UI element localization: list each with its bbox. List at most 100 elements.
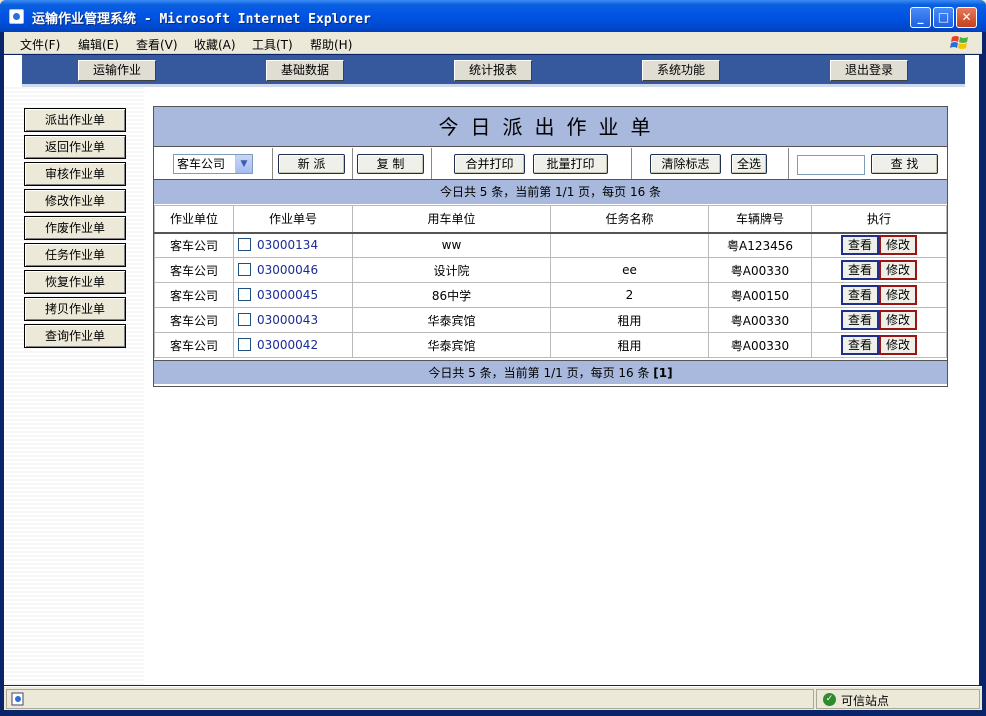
cell-task-name: ee: [550, 257, 709, 283]
row-checkbox[interactable]: [238, 238, 251, 252]
merge-print-button[interactable]: 合并打印: [454, 154, 525, 174]
title-bar: 运输作业管理系统 - Microsoft Internet Explorer _…: [0, 0, 986, 32]
sidebar-item-task[interactable]: 任务作业单: [24, 243, 126, 267]
pager-page-link[interactable]: [1]: [653, 366, 672, 380]
row-checkbox[interactable]: [238, 313, 251, 326]
table-row: 客车公司 03000134 ww 粤A123456 查看 修改: [154, 232, 947, 258]
nav-transport[interactable]: 运输作业: [78, 60, 156, 81]
ie-page-icon: [11, 692, 24, 706]
edit-button[interactable]: 修改: [879, 285, 917, 305]
cell-unit: 客车公司: [154, 232, 234, 258]
menu-edit[interactable]: 编辑(E): [78, 36, 119, 53]
cell-user-unit: 华泰宾馆: [352, 332, 551, 358]
copy-button[interactable]: 复 制: [357, 154, 424, 174]
pager-info-top: 今日共 5 条，当前第 1/1 页，每页 16 条: [154, 180, 947, 204]
table-row: 客车公司 03000043 华泰宾馆 租用 粤A00330 查看 修改: [154, 307, 947, 333]
cell-number: 03000134: [233, 232, 353, 258]
cell-actions: 查看 修改: [811, 232, 947, 258]
menu-file[interactable]: 文件(F): [20, 36, 60, 53]
nav-system[interactable]: 系统功能: [642, 60, 720, 81]
edit-button[interactable]: 修改: [879, 235, 917, 256]
cell-plate: 粤A00330: [708, 257, 812, 283]
menu-view[interactable]: 查看(V): [136, 36, 178, 53]
sidebar-item-audit[interactable]: 审核作业单: [24, 162, 126, 186]
cell-user-unit: 86中学: [352, 282, 551, 308]
col-actions: 执行: [811, 205, 947, 234]
row-checkbox[interactable]: [238, 263, 251, 276]
sidebar-item-void[interactable]: 作废作业单: [24, 216, 126, 240]
sidebar-item-query[interactable]: 查询作业单: [24, 324, 126, 348]
menu-tools[interactable]: 工具(T): [252, 36, 293, 53]
batch-print-button[interactable]: 批量打印: [533, 154, 608, 174]
nav-logout[interactable]: 退出登录: [830, 60, 908, 81]
close-icon[interactable]: ✕: [956, 7, 977, 28]
check-icon: ✓: [823, 693, 836, 706]
edit-button[interactable]: 修改: [879, 260, 917, 280]
order-number-link[interactable]: 03000043: [257, 313, 318, 327]
sidebar-item-modify[interactable]: 修改作业单: [24, 189, 126, 213]
nav-basic-data[interactable]: 基础数据: [266, 60, 344, 81]
pager-info-bottom: 今日共 5 条，当前第 1/1 页，每页 16 条 [1]: [154, 360, 947, 384]
edit-button[interactable]: 修改: [879, 335, 917, 355]
pager-info-text: 今日共 5 条，当前第 1/1 页，每页 16 条: [428, 366, 650, 380]
cell-number: 03000046: [233, 257, 353, 283]
select-all-button[interactable]: 全选: [731, 154, 767, 174]
sidebar-item-restore[interactable]: 恢复作业单: [24, 270, 126, 294]
sidebar-item-copy[interactable]: 拷贝作业单: [24, 297, 126, 321]
minimize-icon[interactable]: _: [910, 7, 931, 28]
view-button[interactable]: 查看: [841, 310, 879, 330]
menu-favorites[interactable]: 收藏(A): [194, 36, 236, 53]
order-number-link[interactable]: 03000134: [257, 238, 318, 252]
table-row: 客车公司 03000042 华泰宾馆 租用 粤A00330 查看 修改: [154, 332, 947, 358]
ie-app-icon: [9, 9, 24, 24]
toolbar: 客车公司 ▼ 新 派 复 制 合并打印 批量打印 清除标志 全选 查 找: [154, 148, 947, 180]
order-number-link[interactable]: 03000045: [257, 288, 318, 302]
company-select[interactable]: 客车公司 ▼: [173, 154, 253, 174]
view-button[interactable]: 查看: [841, 335, 879, 355]
edit-button[interactable]: 修改: [879, 310, 917, 330]
table-header-row: 作业单位 作业单号 用车单位 任务名称 车辆牌号 执行: [154, 205, 947, 234]
table-row: 客车公司 03000045 86中学 2 粤A00150 查看 修改: [154, 282, 947, 308]
view-button[interactable]: 查看: [841, 235, 879, 256]
status-bar: ✓ 可信站点: [4, 686, 982, 710]
cell-plate: 粤A00150: [708, 282, 812, 308]
cell-unit: 客车公司: [154, 307, 234, 333]
sidebar: 派出作业单 返回作业单 审核作业单 修改作业单 作废作业单 任务作业单 恢复作业…: [4, 87, 144, 685]
cell-actions: 查看 修改: [811, 282, 947, 308]
row-checkbox[interactable]: [238, 338, 251, 351]
menu-bar: 文件(F) 编辑(E) 查看(V) 收藏(A) 工具(T) 帮助(H): [4, 32, 982, 54]
search-input[interactable]: [797, 155, 865, 175]
sidebar-item-return[interactable]: 返回作业单: [24, 135, 126, 159]
browser-window: 运输作业管理系统 - Microsoft Internet Explorer _…: [0, 0, 986, 716]
table-row: 客车公司 03000046 设计院 ee 粤A00330 查看 修改: [154, 257, 947, 283]
maximize-icon[interactable]: □: [933, 7, 954, 28]
cell-unit: 客车公司: [154, 332, 234, 358]
col-plate: 车辆牌号: [708, 205, 812, 234]
window-title: 运输作业管理系统 - Microsoft Internet Explorer: [32, 12, 371, 27]
toolbar-divider: [431, 148, 432, 179]
row-checkbox[interactable]: [238, 288, 251, 301]
cell-task-name: 租用: [550, 332, 709, 358]
main-panel: 今日派出作业单 客车公司 ▼ 新 派 复 制 合并打印 批量打印 清除标志 全选…: [153, 106, 948, 387]
zone-label: 可信站点: [841, 694, 890, 708]
cell-actions: 查看 修改: [811, 332, 947, 358]
cell-plate: 粤A00330: [708, 332, 812, 358]
clear-flag-button[interactable]: 清除标志: [650, 154, 721, 174]
sidebar-item-dispatch[interactable]: 派出作业单: [24, 108, 126, 132]
new-dispatch-button[interactable]: 新 派: [278, 154, 345, 174]
view-button[interactable]: 查看: [841, 285, 879, 305]
col-user-unit: 用车单位: [352, 205, 551, 234]
toolbar-divider: [631, 148, 632, 179]
toolbar-divider: [352, 148, 353, 179]
view-button[interactable]: 查看: [841, 260, 879, 280]
menu-help[interactable]: 帮助(H): [310, 36, 352, 53]
chevron-down-icon[interactable]: ▼: [235, 155, 252, 173]
col-unit: 作业单位: [154, 205, 234, 234]
cell-task-name: 2: [550, 282, 709, 308]
order-number-link[interactable]: 03000046: [257, 263, 318, 277]
search-button[interactable]: 查 找: [871, 154, 938, 174]
order-number-link[interactable]: 03000042: [257, 338, 318, 352]
nav-reports[interactable]: 统计报表: [454, 60, 532, 81]
page-title: 今日派出作业单: [154, 107, 947, 147]
top-nav: 运输作业 基础数据 统计报表 系统功能 退出登录: [22, 55, 965, 87]
